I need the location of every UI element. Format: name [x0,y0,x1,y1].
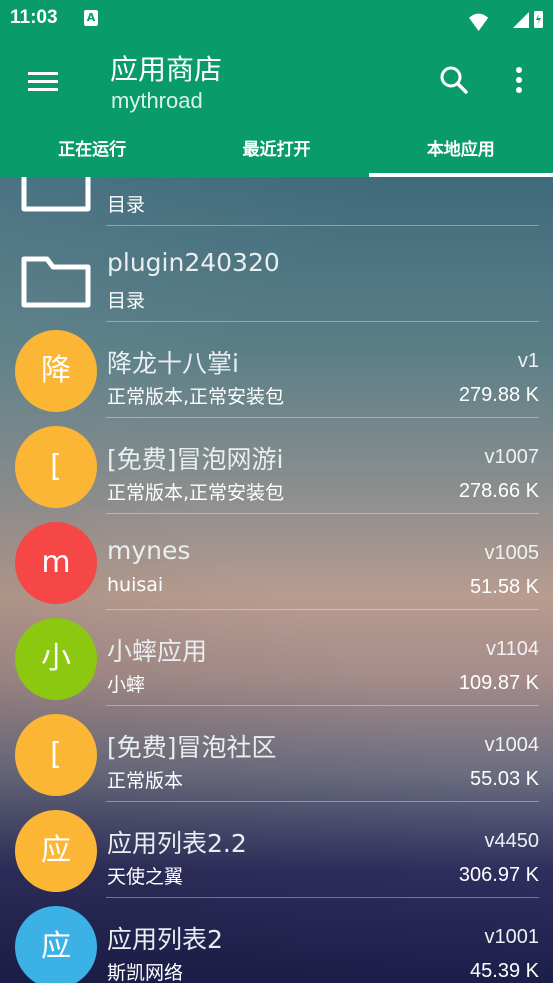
list-item[interactable]: [ [免费]冒泡社区 正常版本 v1004 55.03 K [0,706,553,802]
app-avatar: [ [15,714,97,796]
status-bar: 11:03 A [0,0,553,38]
item-name: mynes [107,536,191,565]
system-status-icons [469,11,543,31]
item-size: 45.39 K [470,960,539,982]
app-avatar: 应 [15,906,97,983]
app-avatar: 应 [15,810,97,892]
app-title: 应用商店 [110,53,223,86]
list-item[interactable]: 应 应用列表2 斯凯网络 v1001 45.39 K [0,898,553,983]
item-subtitle: 小蟀 [107,674,146,696]
item-version: v1007 [484,446,540,468]
item-size: 278.66 K [458,480,539,502]
app-avatar: m [15,522,97,604]
item-version: v1001 [484,926,540,948]
wifi-icon [469,13,489,31]
signal-icon [513,12,529,28]
item-name: plugin240320 [107,248,280,277]
more-options-icon[interactable] [505,60,533,100]
list-item[interactable]: m mynes huisai v1005 51.58 K [0,514,553,610]
item-size: 51.58 K [470,576,539,598]
item-name: 应用列表2 [107,925,223,954]
app-avatar: 小 [15,618,97,700]
item-name: 降龙十八掌i [107,349,239,378]
app-avatar: [ [15,426,97,508]
item-version: v4450 [484,830,540,852]
item-name: [免费]冒泡社区 [107,733,277,762]
item-subtitle: 斯凯网络 [107,962,184,983]
item-subtitle: huisai [107,574,164,596]
item-subtitle: 正常版本,正常安装包 [107,482,285,504]
menu-icon[interactable] [24,64,60,100]
list-item[interactable]: 应 应用列表2.2 天使之翼 v4450 306.97 K [0,802,553,898]
item-version: v1 [517,350,539,372]
item-subtitle: 正常版本 [107,770,184,792]
search-icon[interactable] [434,60,474,100]
list-item[interactable]: 目录 [0,177,553,226]
item-subtitle: 天使之翼 [107,866,184,888]
item-size: 109.87 K [458,672,539,694]
app-list: 目录 plugin240320 目录 降 降龙十八掌i 正常版本,正常安装包 v… [0,177,553,983]
item-size: 279.88 K [458,384,539,406]
tab-bar: 正在运行 最近打开 本地应用 [0,128,553,177]
app-bar: 应用商店 mythroad [0,38,553,128]
item-version: v1005 [484,542,540,564]
item-subtitle: 目录 [107,290,146,312]
item-name: 应用列表2.2 [107,829,247,858]
tab-running[interactable]: 正在运行 [0,128,184,177]
app-list-area[interactable]: 目录 plugin240320 目录 降 降龙十八掌i 正常版本,正常安装包 v… [0,177,553,983]
item-size: 55.03 K [470,768,539,790]
tab-local-apps[interactable]: 本地应用 [368,128,553,177]
list-item[interactable]: 降 降龙十八掌i 正常版本,正常安装包 v1 279.88 K [0,322,553,418]
item-size: 306.97 K [458,864,539,886]
tab-recent[interactable]: 最近打开 [184,128,368,177]
folder-icon [21,256,91,308]
app-subtitle: mythroad [111,88,203,113]
list-item[interactable]: plugin240320 目录 [0,226,553,322]
item-version: v1004 [484,734,540,756]
item-subtitle: 正常版本,正常安装包 [107,386,285,408]
folder-icon [21,177,91,212]
list-item[interactable]: [ [免费]冒泡网游i 正常版本,正常安装包 v1007 278.66 K [0,418,553,514]
item-subtitle: 目录 [107,194,146,216]
list-item[interactable]: 小 小蟀应用 小蟀 v1104 109.87 K [0,610,553,706]
item-name: [免费]冒泡网游i [107,445,284,474]
app-avatar: 降 [15,330,97,412]
notification-icon: A [84,10,98,26]
status-time: 11:03 [10,7,58,28]
item-version: v1104 [485,638,539,660]
item-name: 小蟀应用 [107,637,208,666]
